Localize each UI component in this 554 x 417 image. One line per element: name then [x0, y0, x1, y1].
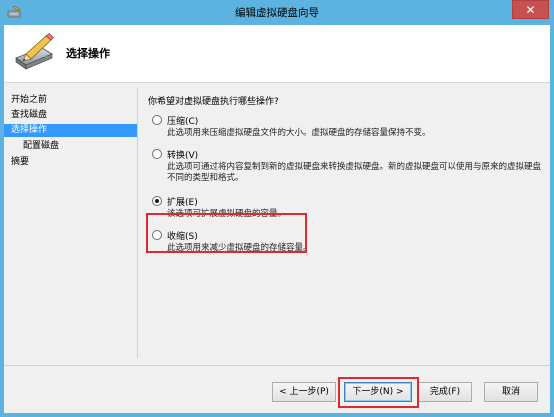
- nav-item-locate-disk[interactable]: 查找磁盘: [4, 109, 138, 122]
- close-icon: ✕: [525, 3, 536, 17]
- radio-expand[interactable]: [152, 196, 162, 206]
- option-compact[interactable]: 压缩(C) 此选项用来压缩虚拟硬盘文件的大小。虚拟硬盘的存储容量保持不变。: [152, 114, 548, 142]
- option-compact-label[interactable]: 压缩(C): [167, 114, 198, 127]
- previous-button[interactable]: < 上一步(P): [272, 382, 336, 402]
- nav-item-summary[interactable]: 摘要: [4, 156, 138, 169]
- pencil-disk-icon: [15, 33, 54, 70]
- close-button[interactable]: ✕: [512, 0, 549, 19]
- option-expand-label[interactable]: 扩展(E): [167, 195, 198, 208]
- wizard-nav: 开始之前 查找磁盘 选择操作 配置磁盘 摘要: [4, 88, 138, 358]
- wizard-window: 编辑虚拟硬盘向导 ✕ 选择操作 开始之前 查找磁盘 选择操作 配置磁盘 摘要 你…: [0, 0, 554, 417]
- nav-item-configure-disk[interactable]: 配置磁盘: [4, 140, 138, 153]
- nav-item-choose-action[interactable]: 选择操作: [4, 124, 138, 137]
- radio-convert[interactable]: [152, 149, 162, 159]
- window-title: 编辑虚拟硬盘向导: [235, 7, 319, 19]
- expand-highlight-box: [146, 213, 307, 253]
- nav-item-before-begin[interactable]: 开始之前: [4, 94, 138, 107]
- nav-divider: [137, 88, 138, 358]
- option-convert[interactable]: 转换(V) 此选项可通过将内容复制到新的虚拟硬盘来转换虚拟硬盘。新的虚拟硬盘可以…: [152, 148, 548, 190]
- option-convert-description: 此选项可通过将内容复制到新的虚拟硬盘来转换虚拟硬盘。新的虚拟硬盘可以使用与原来的…: [167, 162, 542, 183]
- option-convert-label[interactable]: 转换(V): [167, 148, 198, 161]
- cancel-button[interactable]: 取消: [484, 382, 538, 402]
- next-highlight-box: [338, 377, 419, 408]
- finish-button[interactable]: 完成(F): [418, 382, 472, 402]
- footer-divider: [4, 365, 550, 366]
- wizard-header: 选择操作: [4, 25, 550, 83]
- title-bar[interactable]: 编辑虚拟硬盘向导 ✕: [0, 0, 554, 25]
- radio-compact[interactable]: [152, 115, 162, 125]
- action-question: 你希望对虚拟硬盘执行哪些操作?: [148, 97, 279, 107]
- wizard-body: 选择操作 开始之前 查找磁盘 选择操作 配置磁盘 摘要 你希望对虚拟硬盘执行哪些…: [4, 25, 550, 413]
- page-title: 选择操作: [66, 47, 110, 60]
- option-compact-description: 此选项用来压缩虚拟硬盘文件的大小。虚拟硬盘的存储容量保持不变。: [167, 128, 431, 138]
